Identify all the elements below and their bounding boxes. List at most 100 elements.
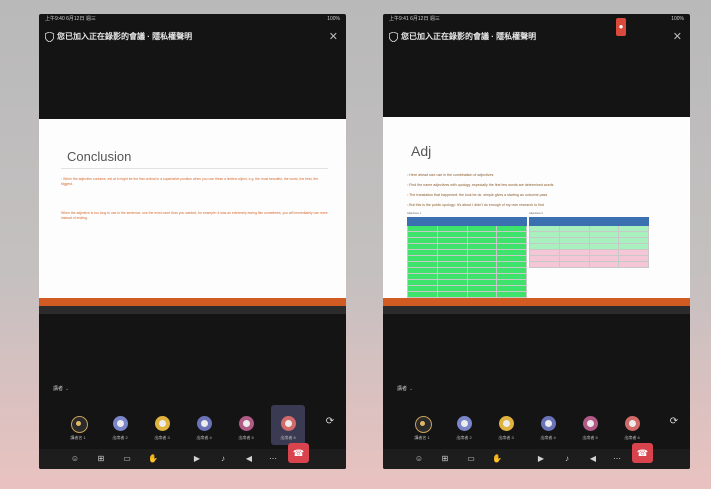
paragraph-text: When the adjective is too long to use in… — [61, 211, 328, 220]
raise-hand-icon[interactable]: ✋ — [147, 453, 159, 465]
meeting-title[interactable]: 您已加入正在錄影的會議 · 隱私權聲明 — [57, 28, 192, 46]
participant-tile[interactable]: 出席者 2 — [103, 405, 137, 445]
slide-divider — [61, 168, 328, 169]
avatar — [583, 416, 598, 431]
speaker-icon[interactable]: ◀ — [243, 453, 255, 465]
participant-tile[interactable]: 出席者 3 — [489, 405, 523, 445]
participant-name: 出席者 5 — [238, 435, 254, 440]
avatar — [457, 416, 472, 431]
slide-bullet: ▫ Here ahead size use in the combination… — [407, 173, 494, 177]
participant-name: 講者名 1 — [70, 435, 86, 440]
participant-tile[interactable]: 出席者 5 — [573, 405, 607, 445]
participant-name: 出席者 3 — [154, 435, 170, 440]
avatar — [499, 416, 514, 431]
avatar — [155, 416, 170, 431]
share-screen-icon[interactable]: ▭ — [465, 453, 477, 465]
participant-name: 出席者 2 — [112, 435, 128, 440]
raise-hand-icon[interactable]: ✋ — [491, 453, 503, 465]
participant-tile[interactable]: 出席者 2 — [447, 405, 481, 445]
meeting-window-left: 上午9:40 6月12日 週三 100% 您已加入正在錄影的會議 · 隱私權聲明… — [39, 14, 346, 469]
close-icon[interactable]: ✕ — [329, 28, 338, 46]
bullet-text: The translation that happened: the look … — [409, 193, 548, 197]
camera-icon[interactable]: ▶ — [535, 453, 547, 465]
participant-name: 出席者 5 — [582, 435, 598, 440]
participant-tile[interactable]: 講者名 1 — [405, 405, 439, 445]
grid-view-icon[interactable]: ⊞ — [439, 453, 451, 465]
avatar — [71, 416, 88, 433]
chevron-down-icon: ⌄ — [65, 386, 70, 392]
participant-tile[interactable]: 出席者 6 — [615, 405, 649, 445]
slide-bullet: ▫ The translation that happened: the loo… — [407, 193, 548, 197]
meeting-title[interactable]: 您已加入正在錄影的會議 · 隱私權聲明 — [401, 28, 536, 46]
adjective-table-2 — [529, 217, 649, 268]
shield-icon — [389, 32, 398, 42]
speaker-tag[interactable]: 講者 ⌄ — [397, 385, 413, 392]
participant-name: 出席者 4 — [540, 435, 556, 440]
expand-participants-icon[interactable]: ⟳ — [324, 416, 336, 428]
meeting-top-bar: 您已加入正在錄影的會議 · 隱私權聲明 ✕ — [383, 28, 690, 46]
slide-title: Adj — [411, 143, 432, 159]
participant-tile[interactable]: 出席者 4 — [187, 405, 221, 445]
grid-view-icon[interactable]: ⊞ — [95, 453, 107, 465]
avatar — [281, 416, 296, 431]
slide-footer-stripe — [39, 306, 346, 314]
participant-name: 講者名 1 — [414, 435, 430, 440]
participant-name: 出席者 3 — [498, 435, 514, 440]
hang-up-button[interactable]: ☎ — [288, 443, 309, 463]
table-caption: Adjectives 2 — [529, 212, 543, 215]
avatar — [113, 416, 128, 431]
shield-icon — [45, 32, 54, 42]
adjective-table-1 — [407, 217, 527, 304]
participant-name: 出席者 4 — [196, 435, 212, 440]
meeting-controls: ☺ ⊞ ▭ ✋ ▶ ♪ ◀ ⋯ ☎ — [383, 443, 690, 469]
close-icon[interactable]: ✕ — [673, 28, 682, 46]
microphone-icon[interactable]: ♪ — [217, 453, 229, 465]
avatar — [239, 416, 254, 431]
shared-slide: Adj ▫ Here ahead size use in the combina… — [383, 117, 690, 314]
paragraph-text: When the adjective contains -est at it m… — [61, 177, 319, 186]
slide-bullet: ▫ Find the name adjectives with opology,… — [407, 183, 554, 187]
participant-name: 出席者 2 — [456, 435, 472, 440]
battery-status: 100% — [671, 16, 684, 22]
status-time: 上午9:40 6月12日 週三 — [45, 16, 96, 22]
more-icon[interactable]: ⋯ — [611, 453, 623, 465]
chevron-down-icon: ⌄ — [409, 386, 414, 392]
status-time: 上午9:41 6月12日 週三 — [389, 16, 440, 22]
participant-tile[interactable]: 出席者 5 — [229, 405, 263, 445]
status-bar: 上午9:40 6月12日 週三 100% — [39, 14, 346, 24]
speaker-tag-label: 講者 — [397, 386, 408, 392]
participant-name: 出席者 6 — [280, 435, 296, 440]
avatar — [197, 416, 212, 431]
speaker-tag-label: 講者 — [53, 386, 64, 392]
participant-tile[interactable]: 講者名 1 — [61, 405, 95, 445]
slide-footer-stripe — [383, 306, 690, 314]
meeting-window-right: 上午9:41 6月12日 週三 100% ● 您已加入正在錄影的會議 · 隱私權… — [383, 14, 690, 469]
chat-icon[interactable]: ☺ — [69, 453, 81, 465]
slide-paragraph: When the adjective is too long to use in… — [61, 211, 328, 221]
avatar — [541, 416, 556, 431]
avatar — [415, 416, 432, 433]
participant-tile[interactable]: 出席者 6 — [271, 405, 305, 445]
chat-icon[interactable]: ☺ — [413, 453, 425, 465]
participant-tile[interactable]: 出席者 3 — [145, 405, 179, 445]
participant-name: 出席者 6 — [624, 435, 640, 440]
camera-icon[interactable]: ▶ — [191, 453, 203, 465]
speaker-tag[interactable]: 講者 ⌄ — [53, 385, 69, 392]
slide-accent-stripe — [39, 298, 346, 306]
shared-slide: Conclusion ▫ When the adjective contains… — [39, 119, 346, 314]
avatar — [625, 416, 640, 431]
more-icon[interactable]: ⋯ — [267, 453, 279, 465]
participant-tile[interactable]: 出席者 4 — [531, 405, 565, 445]
bullet-text: Find the name adjectives with opology, e… — [409, 183, 554, 187]
table-caption: Adjectives 1 — [407, 212, 421, 215]
meeting-controls: ☺ ⊞ ▭ ✋ ▶ ♪ ◀ ⋯ ☎ — [39, 443, 346, 469]
share-screen-icon[interactable]: ▭ — [121, 453, 133, 465]
bullet-text: Here ahead size use in the combination o… — [409, 173, 494, 177]
slide-paragraph: ▫ When the adjective contains -est at it… — [61, 177, 319, 186]
speaker-icon[interactable]: ◀ — [587, 453, 599, 465]
hang-up-button[interactable]: ☎ — [632, 443, 653, 463]
meeting-top-bar: 您已加入正在錄影的會議 · 隱私權聲明 ✕ — [39, 28, 346, 46]
expand-participants-icon[interactable]: ⟳ — [668, 416, 680, 428]
bullet-text: But this is the public opology: It's abo… — [409, 203, 544, 207]
microphone-icon[interactable]: ♪ — [561, 453, 573, 465]
